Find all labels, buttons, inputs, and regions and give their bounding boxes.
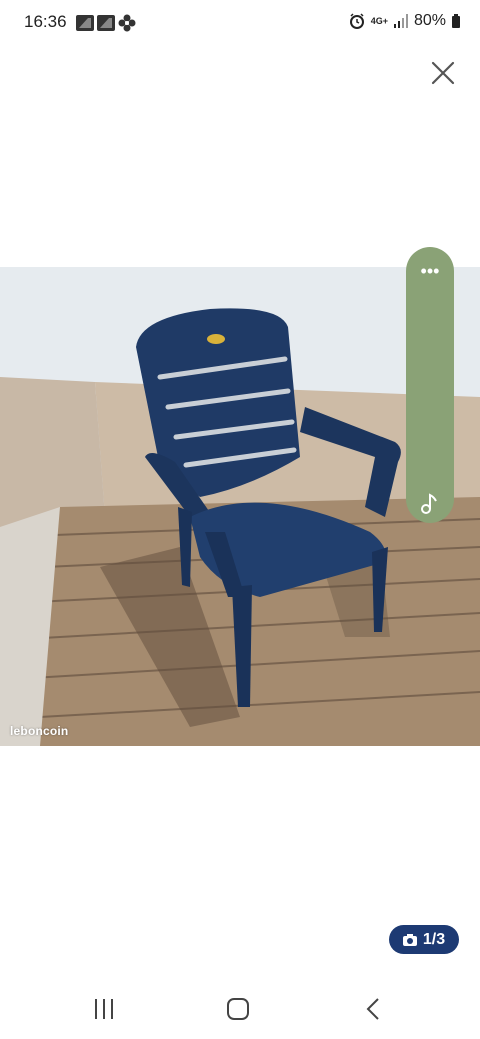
recent-apps-icon[interactable] (84, 995, 124, 1023)
notification-icon (76, 15, 94, 31)
signal-icon (393, 14, 408, 28)
home-icon[interactable] (218, 995, 258, 1023)
system-nav-bar (0, 985, 480, 1039)
more-dots-icon[interactable]: ••• (406, 261, 454, 282)
floating-side-panel[interactable]: ••• (406, 247, 454, 523)
battery-percent: 80% (413, 12, 446, 29)
status-right-icons: 4G+ 80% (349, 12, 460, 30)
status-time: 16:36 (24, 12, 67, 31)
watermark-logo: leboncoin (10, 724, 69, 738)
notification-icon (97, 15, 115, 31)
photo-counter-badge[interactable]: 1/3 (389, 925, 459, 954)
pinwheel-icon (118, 14, 136, 32)
back-icon[interactable] (354, 995, 394, 1023)
alarm-icon (349, 13, 364, 29)
photo-counter-text: 1/3 (422, 930, 446, 948)
camera-icon (402, 933, 417, 946)
status-bar: 16:36 4G+ 80% (0, 0, 480, 44)
battery-icon (452, 14, 460, 28)
close-icon[interactable] (428, 58, 458, 88)
music-note-icon[interactable] (418, 491, 442, 515)
network-type: 4G+ (370, 16, 388, 26)
status-left-icons (76, 14, 136, 32)
